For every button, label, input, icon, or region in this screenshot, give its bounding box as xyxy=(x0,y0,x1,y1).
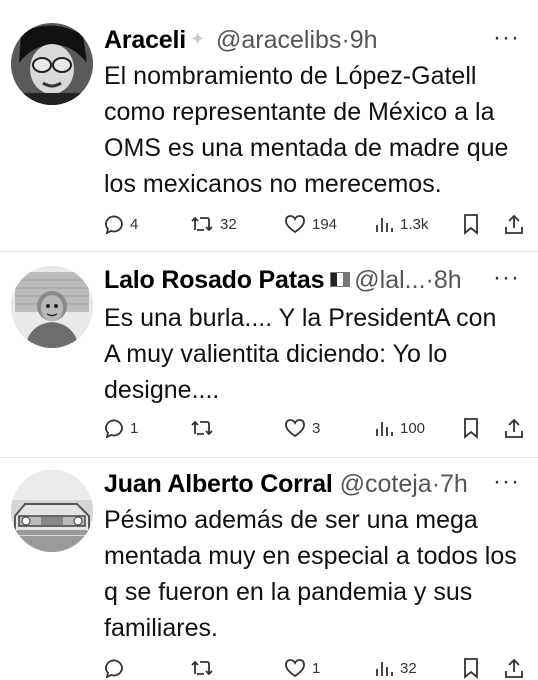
action-bar: 4 32 194 1.3k xyxy=(104,210,524,238)
views-icon xyxy=(376,422,393,436)
tweet-text: Es una burla.... Y la PresidentA con A m… xyxy=(104,304,497,404)
display-name[interactable]: Araceli xyxy=(104,26,186,54)
repost-button[interactable] xyxy=(190,654,220,680)
display-name[interactable]: Lalo Rosado Patas xyxy=(104,266,324,294)
sparkle-badge-icon: ✦ xyxy=(190,29,206,50)
display-name[interactable]: Juan Alberto Corral xyxy=(104,470,333,498)
like-count: 194 xyxy=(312,215,338,233)
avatar[interactable] xyxy=(11,470,93,552)
views-icon xyxy=(376,662,393,676)
share-button[interactable] xyxy=(504,414,524,442)
reply-count: 1 xyxy=(130,419,139,437)
avatar[interactable] xyxy=(11,266,93,348)
separator-dot: · xyxy=(341,26,350,54)
tweet-text: El nombramiento de López-Gatell como rep… xyxy=(104,62,509,198)
like-count: 3 xyxy=(312,419,321,437)
share-icon xyxy=(505,214,523,234)
heart-icon xyxy=(285,215,305,234)
views-button[interactable]: 1.3k xyxy=(374,210,428,238)
flag-mexico-icon xyxy=(330,271,351,287)
tweet-header: Juan Alberto Corral @coteja·7h ··· xyxy=(104,468,530,500)
repost-count: 32 xyxy=(220,215,237,233)
like-count: 1 xyxy=(312,659,321,677)
share-button[interactable] xyxy=(504,210,524,238)
bookmark-icon xyxy=(464,214,478,235)
views-button[interactable]: 100 xyxy=(374,414,425,442)
more-options-icon[interactable]: ··· xyxy=(493,24,520,52)
repost-button[interactable]: 32 xyxy=(190,210,237,238)
tweet-header: Lalo Rosado Patas @lal...·8h ··· xyxy=(104,264,530,296)
separator-dot: · xyxy=(425,266,434,294)
reply-icon xyxy=(105,659,123,678)
action-bar: 1 3 100 xyxy=(104,414,524,442)
reply-icon xyxy=(105,215,123,234)
tweet-header: Araceli ✦ @aracelibs·9h ··· xyxy=(104,24,530,56)
views-button[interactable]: 32 xyxy=(374,654,417,680)
more-options-icon[interactable]: ··· xyxy=(493,468,520,496)
timestamp[interactable]: 9h xyxy=(350,26,378,54)
timestamp[interactable]: 7h xyxy=(440,470,468,498)
repost-icon xyxy=(191,660,213,676)
reply-count: 4 xyxy=(130,215,139,233)
like-button[interactable]: 1 xyxy=(284,654,320,680)
timestamp[interactable]: 8h xyxy=(434,266,462,294)
avatar[interactable] xyxy=(11,23,93,105)
heart-icon xyxy=(285,419,305,438)
like-button[interactable]: 3 xyxy=(284,414,320,442)
heart-icon xyxy=(285,659,305,678)
separator-dot: · xyxy=(431,470,441,498)
action-bar: 1 32 xyxy=(104,654,524,680)
reply-icon xyxy=(105,419,123,438)
handle[interactable]: @lal... xyxy=(354,266,425,294)
repost-button[interactable] xyxy=(190,414,220,442)
bookmark-icon xyxy=(464,418,478,439)
reply-button[interactable] xyxy=(104,654,130,680)
bookmark-icon xyxy=(464,658,478,679)
like-button[interactable]: 194 xyxy=(284,210,337,238)
repost-icon xyxy=(191,216,213,232)
bookmark-button[interactable] xyxy=(462,210,480,238)
tweet-2[interactable]: Lalo Rosado Patas @lal...·8h ··· Es una b… xyxy=(0,252,538,457)
share-icon xyxy=(505,658,523,678)
more-options-icon[interactable]: ··· xyxy=(493,264,520,292)
tweet-1[interactable]: Araceli ✦ @aracelibs·9h ··· El nombramient… xyxy=(0,0,538,250)
tweet-text: Pésimo además de ser una mega mentada mu… xyxy=(104,506,517,642)
reply-button[interactable]: 4 xyxy=(104,210,138,238)
repost-icon xyxy=(191,420,213,436)
reply-button[interactable]: 1 xyxy=(104,414,138,442)
views-count: 32 xyxy=(400,659,417,677)
handle[interactable]: @aracelibs xyxy=(216,26,341,54)
share-icon xyxy=(505,418,523,438)
views-icon xyxy=(376,218,393,232)
bookmark-button[interactable] xyxy=(462,654,480,680)
views-count: 1.3k xyxy=(400,215,429,233)
views-count: 100 xyxy=(400,419,426,437)
share-button[interactable] xyxy=(504,654,524,680)
handle[interactable]: @coteja xyxy=(340,470,432,498)
bookmark-button[interactable] xyxy=(462,414,480,442)
tweet-3[interactable]: Juan Alberto Corral @coteja·7h ··· Pésim… xyxy=(0,458,538,680)
